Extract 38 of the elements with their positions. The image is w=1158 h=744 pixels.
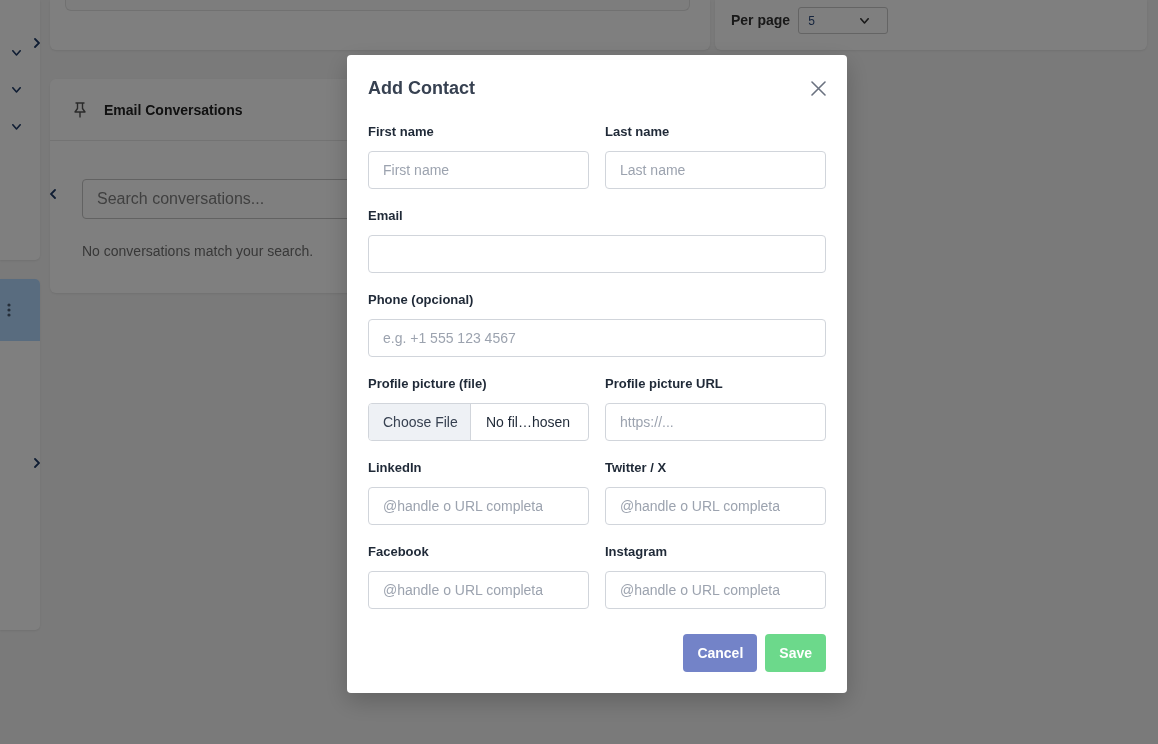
field-label: Profile picture (file) (368, 375, 488, 393)
field-label: First name (368, 123, 435, 141)
pin-icon[interactable] (74, 101, 86, 118)
field-label: Phone (opcional) (368, 291, 475, 309)
cancel-button[interactable]: Cancel (683, 634, 758, 672)
file-status-text: No fil…hosen (485, 413, 571, 432)
choose-file-button[interactable]: Choose File (369, 404, 471, 440)
chevron-down-icon (860, 17, 870, 24)
input-field[interactable]: Last name (605, 151, 826, 189)
field-label: Profile picture URL (605, 375, 724, 393)
close-icon[interactable] (811, 80, 826, 96)
field-label: Twitter / X (605, 459, 668, 477)
card-title: Email Conversations (104, 101, 243, 118)
field-label: LinkedIn (368, 459, 423, 477)
vertical-dots-icon[interactable] (7, 303, 11, 317)
per-page-label: Per page (731, 11, 791, 30)
input-field[interactable] (368, 235, 826, 273)
field-label: Facebook (368, 543, 430, 561)
input-field[interactable]: First name (368, 151, 589, 189)
input-field[interactable]: @handle o URL completa (605, 487, 826, 525)
chevron-right-icon[interactable] (34, 458, 40, 468)
chevron-down-icon[interactable] (12, 50, 21, 56)
empty-message: No conversations match your search. (82, 243, 315, 259)
field-label: Last name (605, 123, 671, 141)
chevron-down-icon[interactable] (12, 124, 21, 130)
field-label: Email (368, 207, 404, 225)
chevron-right-icon[interactable] (34, 38, 40, 48)
chevron-down-icon[interactable] (12, 87, 21, 93)
per-page-select[interactable]: 5 (798, 7, 889, 34)
chevron-left-icon[interactable] (50, 189, 56, 199)
input-field[interactable]: @handle o URL completa (368, 571, 589, 609)
dialog-title: Add Contact (368, 77, 475, 100)
input-field[interactable]: @handle o URL completa (368, 487, 589, 525)
input-field[interactable]: https://... (605, 403, 826, 441)
file-input[interactable]: Choose File No fil…hosen (368, 403, 589, 441)
input-field[interactable]: @handle o URL completa (605, 571, 826, 609)
field-label: Instagram (605, 543, 669, 561)
input-field[interactable]: e.g. +1 555 123 4567 (368, 319, 826, 357)
